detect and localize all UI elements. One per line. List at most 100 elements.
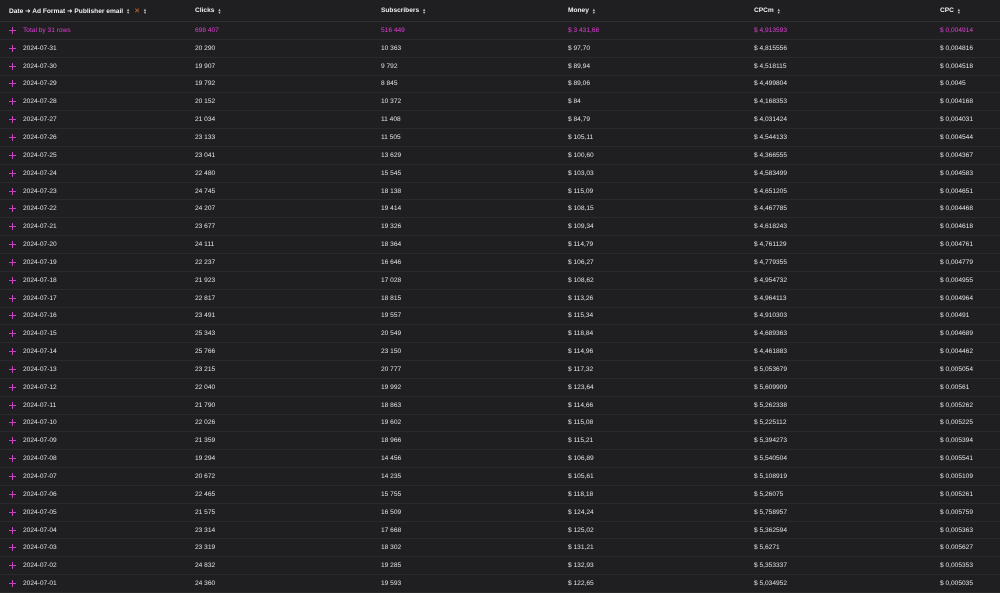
total-clicks: 698 407 (195, 26, 219, 34)
table-row[interactable]: 2024-07-25 23 041 13 629 $ 100,60 $ 4,36… (0, 147, 1000, 165)
expand-plus-icon[interactable] (9, 151, 16, 159)
expand-plus-icon[interactable] (9, 365, 16, 373)
date-cell: 2024-07-22 (0, 205, 195, 213)
table-row[interactable]: 2024-07-08 19 294 14 456 $ 106,89 $ 5,54… (0, 450, 1000, 469)
column-header-clicks[interactable]: Clicks ▲ ▼ (195, 7, 381, 14)
table-row[interactable]: 2024-07-04 23 314 17 668 $ 125,02 $ 5,36… (0, 522, 1000, 540)
expand-plus-icon[interactable] (9, 187, 16, 195)
expand-plus-icon[interactable] (9, 223, 16, 231)
column-header-money[interactable]: Money ▲ ▼ (568, 7, 754, 14)
sort-icon[interactable]: ▲ ▼ (126, 7, 130, 14)
sort-icon[interactable]: ▲ ▼ (217, 7, 221, 14)
column-header-subscribers[interactable]: Subscribers ▲ ▼ (381, 7, 568, 14)
table-row[interactable]: 2024-07-11 21 790 18 863 $ 114,66 $ 5,26… (0, 397, 1000, 415)
table-row[interactable]: 2024-07-12 22 040 19 992 $ 123,64 $ 5,60… (0, 379, 1000, 397)
table-row[interactable]: 2024-07-02 24 832 19 285 $ 132,93 $ 5,35… (0, 557, 1000, 576)
row-date: 2024-07-19 (23, 258, 57, 266)
row-money: $ 109,34 (568, 223, 594, 231)
row-money: $ 84,79 (568, 116, 590, 124)
table-row[interactable]: 2024-07-07 20 672 14 235 $ 105,61 $ 5,10… (0, 468, 1000, 486)
expand-plus-icon[interactable] (9, 26, 16, 34)
sort-icon[interactable]: ▲ ▼ (592, 7, 596, 14)
table-row[interactable]: 2024-07-17 22 817 18 815 $ 113,26 $ 4,96… (0, 290, 1000, 308)
table-row[interactable]: 2024-07-21 23 677 19 326 $ 109,34 $ 4,61… (0, 218, 1000, 237)
expand-plus-icon[interactable] (9, 437, 16, 445)
sort-icon[interactable]: ▲ ▼ (422, 7, 426, 14)
row-subscribers: 18 302 (381, 544, 402, 552)
table-row[interactable]: 2024-07-19 22 237 16 646 $ 106,27 $ 4,77… (0, 254, 1000, 272)
expand-plus-icon[interactable] (9, 205, 16, 213)
column-header-cpc[interactable]: CPC ▲ ▼ (940, 7, 1000, 14)
expand-plus-icon[interactable] (9, 44, 16, 52)
row-cpc: $ 0,00491 (940, 312, 970, 320)
expand-plus-icon[interactable] (9, 258, 16, 266)
table-row[interactable]: 2024-07-06 22 465 15 755 $ 118,18 $ 5,26… (0, 486, 1000, 504)
expand-plus-icon[interactable] (9, 241, 16, 249)
expand-plus-icon[interactable] (9, 98, 16, 106)
column-header-group[interactable]: Date ➜ Ad Format ➜ Publisher email ▲ ▼ ✕ … (0, 7, 195, 15)
expand-plus-icon[interactable] (9, 276, 16, 284)
row-clicks: 20 290 (195, 44, 216, 52)
expand-plus-icon[interactable] (9, 419, 16, 427)
close-icon[interactable]: ✕ (134, 7, 140, 15)
table-row[interactable]: 2024-07-05 21 575 16 509 $ 124,24 $ 5,75… (0, 504, 1000, 522)
group-label: Date ➜ Ad Format ➜ Publisher email (9, 7, 124, 15)
expand-plus-icon[interactable] (9, 62, 16, 70)
expand-plus-icon[interactable] (9, 562, 16, 570)
expand-plus-icon[interactable] (9, 455, 16, 463)
table-row[interactable]: 2024-07-23 24 745 18 138 $ 115,09 $ 4,65… (0, 183, 1000, 201)
table-row[interactable]: 2024-07-14 25 766 23 150 $ 114,96 $ 4,46… (0, 343, 1000, 362)
expand-plus-icon[interactable] (9, 133, 16, 141)
expand-plus-icon[interactable] (9, 508, 16, 516)
table-row[interactable]: 2024-07-03 23 319 18 302 $ 131,21 $ 5,62… (0, 539, 1000, 558)
row-cpcm: $ 4,366555 (754, 151, 788, 159)
table-row[interactable]: 2024-07-20 24 111 18 364 $ 114,79 $ 4,76… (0, 236, 1000, 254)
row-subscribers: 16 509 (381, 508, 402, 516)
expand-plus-icon[interactable] (9, 312, 16, 320)
column-header-cpcm[interactable]: CPCm ▲ ▼ (754, 7, 940, 14)
expand-plus-icon[interactable] (9, 330, 16, 338)
table-row[interactable]: 2024-07-01 24 360 19 593 $ 122,65 $ 5,03… (0, 575, 1000, 593)
table-row[interactable]: 2024-07-27 21 034 11 408 $ 84,79 $ 4,031… (0, 111, 1000, 130)
table-row[interactable]: 2024-07-24 22 480 15 545 $ 103,03 $ 4,58… (0, 165, 1000, 183)
table-row[interactable]: 2024-07-26 23 133 11 505 $ 105,11 $ 4,54… (0, 129, 1000, 147)
expand-plus-icon[interactable] (9, 490, 16, 498)
expand-plus-icon[interactable] (9, 348, 16, 356)
table-row[interactable]: 2024-07-10 22 026 19 602 $ 115,08 $ 5,22… (0, 415, 1000, 433)
sort-icon[interactable]: ▲ ▼ (777, 7, 781, 14)
expand-plus-icon[interactable] (9, 294, 16, 302)
expand-plus-icon[interactable] (9, 80, 16, 88)
row-cpcm: $ 5,540504 (754, 455, 788, 463)
row-cpc: $ 0,004168 (940, 98, 974, 106)
row-cpcm: $ 5,609909 (754, 383, 788, 391)
table-row[interactable]: 2024-07-16 23 491 19 557 $ 115,34 $ 4,91… (0, 308, 1000, 326)
table-row[interactable]: 2024-07-18 21 923 17 028 $ 108,62 $ 4,95… (0, 272, 1000, 290)
table-row[interactable]: 2024-07-09 21 359 18 966 $ 115,21 $ 5,39… (0, 432, 1000, 451)
date-cell: 2024-07-07 (0, 473, 195, 481)
expand-plus-icon[interactable] (9, 169, 16, 177)
expand-plus-icon[interactable] (9, 383, 16, 391)
table-row[interactable]: 2024-07-29 19 792 8 845 $ 89,06 $ 4,4998… (0, 76, 1000, 94)
expand-plus-icon[interactable] (9, 116, 16, 124)
table-row[interactable]: 2024-07-30 19 907 9 792 $ 89,94 $ 4,5181… (0, 58, 1000, 76)
row-subscribers: 18 863 (381, 401, 402, 409)
expand-plus-icon[interactable] (9, 473, 16, 481)
row-date: 2024-07-18 (23, 276, 57, 284)
expand-plus-icon[interactable] (9, 580, 16, 588)
row-subscribers: 20 549 (381, 330, 402, 338)
table-row[interactable]: 2024-07-22 24 207 19 414 $ 108,15 $ 4,46… (0, 200, 1000, 219)
sort-icon[interactable]: ▲ ▼ (957, 7, 961, 14)
row-cpcm: $ 4,618243 (754, 223, 788, 231)
row-cpc: $ 0,005394 (940, 437, 974, 445)
row-cpcm: $ 5,353337 (754, 562, 788, 570)
expand-plus-icon[interactable] (9, 544, 16, 552)
expand-plus-icon[interactable] (9, 401, 16, 409)
expand-plus-icon[interactable] (9, 526, 16, 534)
table-row[interactable]: 2024-07-31 20 290 10 363 $ 97,70 $ 4,815… (0, 40, 1000, 58)
sort-icon[interactable]: ▲ ▼ (143, 7, 147, 14)
table-row[interactable]: 2024-07-13 23 215 20 777 $ 117,32 $ 5,05… (0, 361, 1000, 379)
row-date: 2024-07-23 (23, 187, 57, 195)
table-row[interactable]: 2024-07-28 20 152 10 372 $ 84 $ 4,168353… (0, 93, 1000, 112)
row-cpc: $ 0,004689 (940, 330, 974, 338)
table-row[interactable]: 2024-07-15 25 343 20 549 $ 118,84 $ 4,68… (0, 325, 1000, 344)
